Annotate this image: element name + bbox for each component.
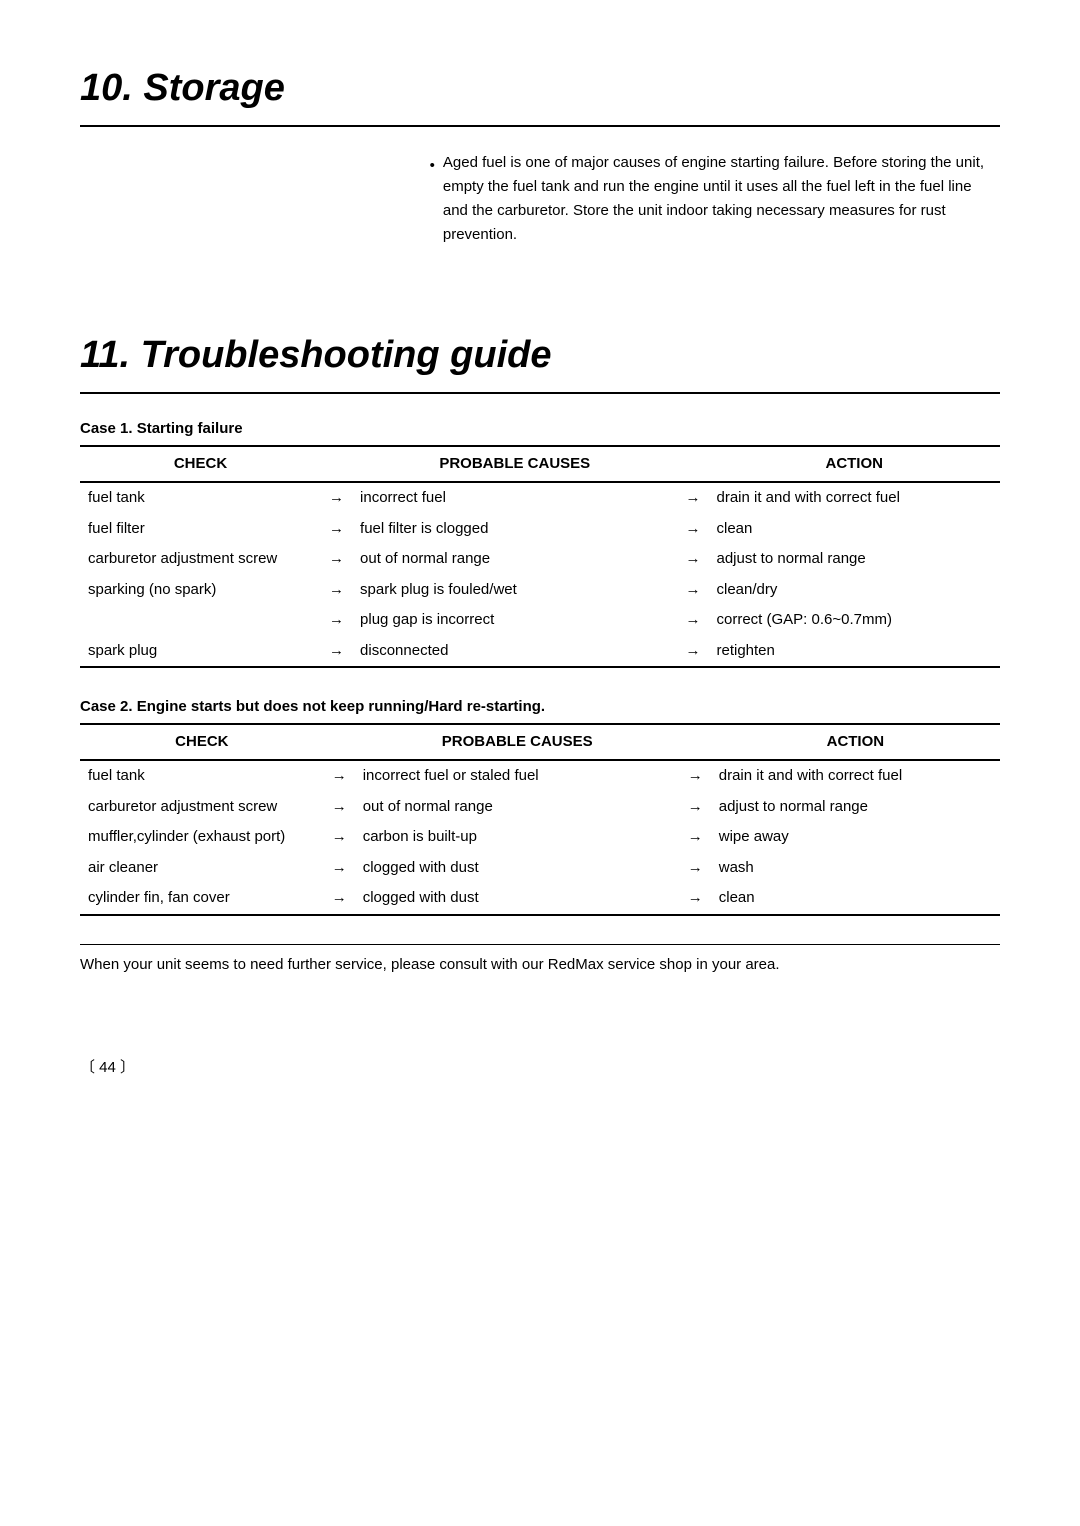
case1-action-header: ACTION xyxy=(708,446,1000,483)
case2-check-header: CHECK xyxy=(80,724,324,761)
table-row: fuel filter→fuel filter is clogged→clean xyxy=(80,514,1000,545)
storage-bullet-text: Aged fuel is one of major causes of engi… xyxy=(443,151,1000,247)
cell-check: spark plug xyxy=(80,636,321,668)
storage-divider xyxy=(80,125,1000,127)
arrow-icon: → xyxy=(321,605,352,636)
cell-action: adjust to normal range xyxy=(708,544,1000,575)
case1-arrow-header2 xyxy=(677,446,708,483)
arrow-icon: → xyxy=(680,792,711,823)
arrow-icon: → xyxy=(321,514,352,545)
storage-title: 10. Storage xyxy=(80,60,1000,117)
cell-action: correct (GAP: 0.6~0.7mm) xyxy=(708,605,1000,636)
case1-title: Case 1. Starting failure xyxy=(80,418,1000,441)
cell-check: sparking (no spark) xyxy=(80,575,321,606)
cell-check: muffler,cylinder (exhaust port) xyxy=(80,822,324,853)
cell-check: carburetor adjustment screw xyxy=(80,792,324,823)
cell-action: drain it and with correct fuel xyxy=(708,482,1000,514)
table-row: fuel tank→incorrect fuel or staled fuel→… xyxy=(80,760,1000,792)
case1-arrow-header1 xyxy=(321,446,352,483)
cell-action: wipe away xyxy=(711,822,1000,853)
arrow-icon: → xyxy=(680,853,711,884)
arrow-icon: → xyxy=(677,605,708,636)
cell-action: drain it and with correct fuel xyxy=(711,760,1000,792)
case2-header-row: CHECK PROBABLE CAUSES ACTION xyxy=(80,724,1000,761)
case2-table: CHECK PROBABLE CAUSES ACTION fuel tank→i… xyxy=(80,723,1000,916)
table-row: carburetor adjustment screw→out of norma… xyxy=(80,544,1000,575)
case2-thead: CHECK PROBABLE CAUSES ACTION xyxy=(80,724,1000,761)
arrow-icon: → xyxy=(321,575,352,606)
table-row: cylinder fin, fan cover→clogged with dus… xyxy=(80,883,1000,915)
case1-header-row: CHECK PROBABLE CAUSES ACTION xyxy=(80,446,1000,483)
cell-action: adjust to normal range xyxy=(711,792,1000,823)
cell-action: wash xyxy=(711,853,1000,884)
arrow-icon: → xyxy=(677,575,708,606)
troubleshooting-divider xyxy=(80,392,1000,394)
troubleshooting-title: 11. Troubleshooting guide xyxy=(80,327,1000,384)
case2-tbody: fuel tank→incorrect fuel or staled fuel→… xyxy=(80,760,1000,915)
arrow-icon: → xyxy=(680,760,711,792)
troubleshooting-section: 11. Troubleshooting guide Case 1. Starti… xyxy=(80,327,1000,1079)
cell-action: clean/dry xyxy=(708,575,1000,606)
arrow-icon: → xyxy=(677,636,708,668)
arrow-icon: → xyxy=(324,822,355,853)
case2-arrow-header2 xyxy=(680,724,711,761)
table-row: fuel tank→incorrect fuel→drain it and wi… xyxy=(80,482,1000,514)
cell-action: clean xyxy=(711,883,1000,915)
table-row: →plug gap is incorrect→correct (GAP: 0.6… xyxy=(80,605,1000,636)
cell-cause: incorrect fuel or staled fuel xyxy=(355,760,680,792)
table-row: spark plug→disconnected→retighten xyxy=(80,636,1000,668)
table-row: air cleaner→clogged with dust→wash xyxy=(80,853,1000,884)
cell-check: fuel tank xyxy=(80,760,324,792)
arrow-icon: → xyxy=(677,514,708,545)
storage-bullet: • Aged fuel is one of major causes of en… xyxy=(430,151,1000,247)
cell-check: air cleaner xyxy=(80,853,324,884)
table-row: sparking (no spark)→spark plug is fouled… xyxy=(80,575,1000,606)
arrow-icon: → xyxy=(680,883,711,915)
footer-note: When your unit seems to need further ser… xyxy=(80,944,1000,977)
cell-cause: fuel filter is clogged xyxy=(352,514,677,545)
arrow-icon: → xyxy=(321,544,352,575)
cell-cause: clogged with dust xyxy=(355,883,680,915)
arrow-icon: → xyxy=(680,822,711,853)
cell-cause: disconnected xyxy=(352,636,677,668)
case2-title: Case 2. Engine starts but does not keep … xyxy=(80,696,1000,719)
arrow-icon: → xyxy=(324,853,355,884)
cell-cause: plug gap is incorrect xyxy=(352,605,677,636)
cell-action: clean xyxy=(708,514,1000,545)
arrow-icon: → xyxy=(324,883,355,915)
cell-check: fuel tank xyxy=(80,482,321,514)
case2-causes-header: PROBABLE CAUSES xyxy=(355,724,680,761)
case1-thead: CHECK PROBABLE CAUSES ACTION xyxy=(80,446,1000,483)
cell-cause: out of normal range xyxy=(352,544,677,575)
table-row: muffler,cylinder (exhaust port)→carbon i… xyxy=(80,822,1000,853)
case2-action-header: ACTION xyxy=(711,724,1000,761)
cell-cause: out of normal range xyxy=(355,792,680,823)
arrow-icon: → xyxy=(324,792,355,823)
cell-check: fuel filter xyxy=(80,514,321,545)
arrow-icon: → xyxy=(677,544,708,575)
case1-check-header: CHECK xyxy=(80,446,321,483)
cell-cause: carbon is built-up xyxy=(355,822,680,853)
storage-text-block: • Aged fuel is one of major causes of en… xyxy=(430,151,1000,247)
case1-tbody: fuel tank→incorrect fuel→drain it and wi… xyxy=(80,482,1000,667)
case1-table: CHECK PROBABLE CAUSES ACTION fuel tank→i… xyxy=(80,445,1000,669)
table-row: carburetor adjustment screw→out of norma… xyxy=(80,792,1000,823)
cell-check xyxy=(80,605,321,636)
storage-section: 10. Storage • Aged fuel is one of major … xyxy=(80,60,1000,247)
page-number: 〔 44 〕 xyxy=(80,1057,1000,1080)
cell-cause: spark plug is fouled/wet xyxy=(352,575,677,606)
arrow-icon: → xyxy=(321,636,352,668)
bullet-icon: • xyxy=(430,154,435,178)
cell-cause: incorrect fuel xyxy=(352,482,677,514)
case2-arrow-header1 xyxy=(324,724,355,761)
arrow-icon: → xyxy=(324,760,355,792)
arrow-icon: → xyxy=(677,482,708,514)
cell-check: carburetor adjustment screw xyxy=(80,544,321,575)
cell-check: cylinder fin, fan cover xyxy=(80,883,324,915)
cell-action: retighten xyxy=(708,636,1000,668)
arrow-icon: → xyxy=(321,482,352,514)
storage-content: • Aged fuel is one of major causes of en… xyxy=(80,151,1000,247)
case1-causes-header: PROBABLE CAUSES xyxy=(352,446,677,483)
cell-cause: clogged with dust xyxy=(355,853,680,884)
